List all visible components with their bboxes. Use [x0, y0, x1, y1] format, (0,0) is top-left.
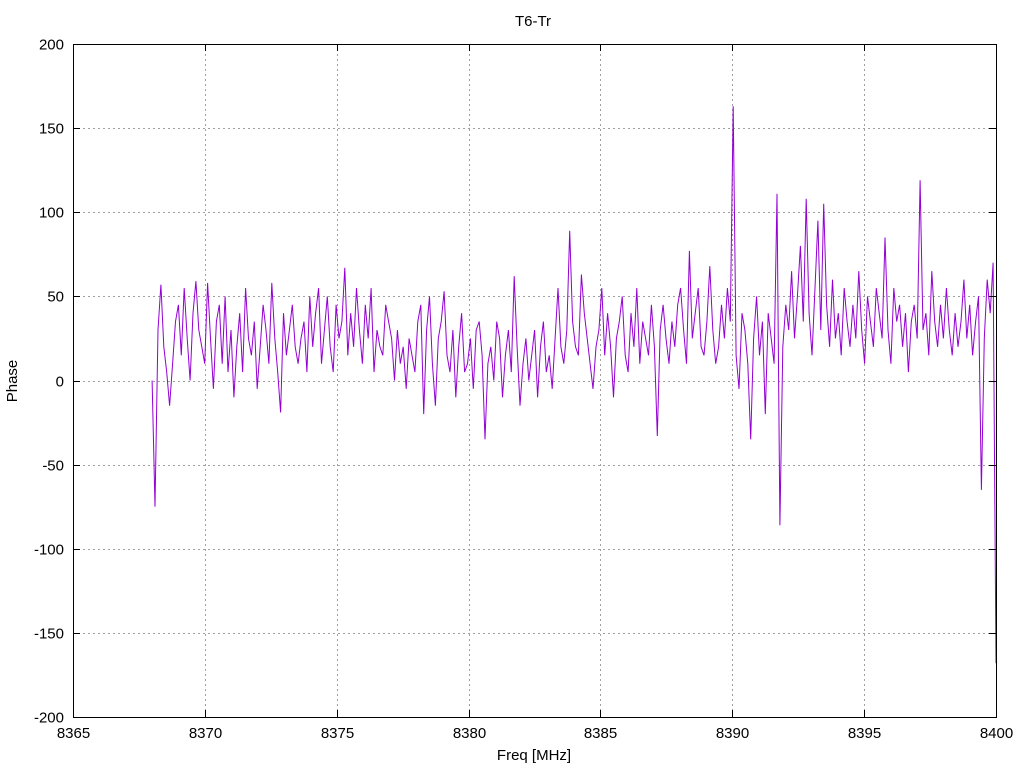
x-tick-label: 8365 [57, 725, 90, 742]
chart-title: T6-Tr [515, 13, 551, 30]
series-line-layer [151, 106, 997, 664]
y-tick-labels: -200 -150 -100 -50 0 50 100 150 200 [34, 37, 64, 727]
x-tick-label: 8370 [189, 725, 222, 742]
x-tick-label: 8375 [321, 725, 354, 742]
series-line [151, 106, 997, 664]
grid [73, 44, 996, 717]
x-axis-label: Freq [MHz] [497, 747, 571, 764]
x-tick-label: 8390 [716, 725, 749, 742]
tick-layer [73, 44, 997, 718]
x-tick-label: 8400 [980, 725, 1013, 742]
y-tick-label: -200 [34, 710, 64, 727]
chart: 8365 8370 8375 8380 8385 8390 8395 8400 -200 -15… [4, 13, 1013, 764]
y-tick-label: 200 [39, 37, 64, 54]
y-tick-label: 150 [39, 121, 64, 138]
y-tick-label: 100 [39, 205, 64, 222]
x-tick-labels: 8365 8370 8375 8380 8385 8390 8395 8400 [57, 725, 1013, 742]
x-tick-label: 8380 [453, 725, 486, 742]
x-tick-label: 8395 [848, 725, 881, 742]
x-tick-label: 8385 [584, 725, 617, 742]
y-axis-label: Phase [4, 360, 21, 403]
y-tick-label: -50 [42, 458, 64, 475]
y-tick-label: 0 [56, 374, 64, 391]
y-tick-label: -150 [34, 626, 64, 643]
y-tick-label: -100 [34, 542, 64, 559]
y-tick-label: 50 [47, 289, 64, 306]
